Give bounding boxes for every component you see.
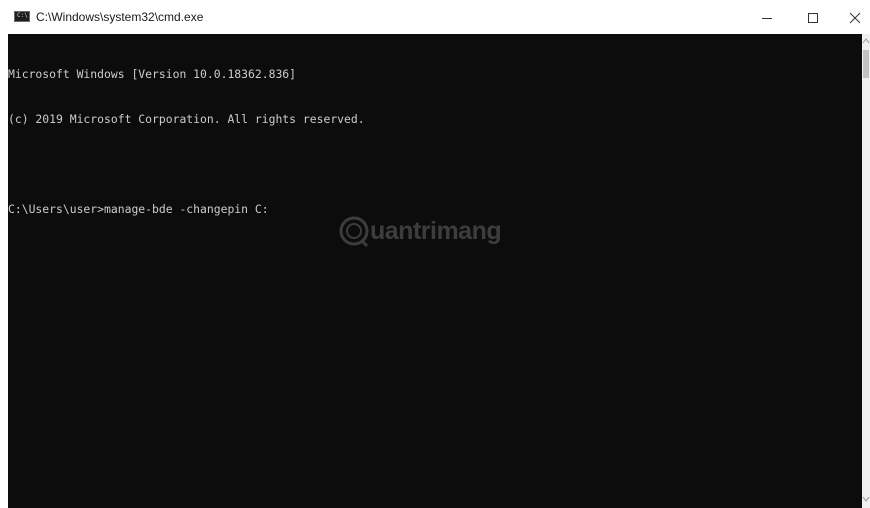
close-icon	[849, 12, 861, 24]
console-line: (c) 2019 Microsoft Corporation. All righ…	[8, 112, 365, 126]
console-line: Microsoft Windows [Version 10.0.18362.83…	[8, 67, 297, 81]
maximize-button[interactable]	[790, 0, 836, 34]
scroll-up-icon[interactable]	[862, 36, 870, 46]
vertical-scrollbar[interactable]	[862, 34, 870, 508]
title-bar[interactable]: C:\ C:\Windows\system32\cmd.exe	[0, 0, 870, 34]
watermark-text: uantrimang	[370, 217, 502, 245]
minimize-icon	[762, 18, 772, 19]
watermark: uantrimang	[337, 210, 527, 254]
maximize-icon	[808, 13, 818, 23]
console-area[interactable]: Microsoft Windows [Version 10.0.18362.83…	[8, 34, 862, 508]
close-button[interactable]	[836, 0, 870, 34]
watermark-logo-icon	[339, 216, 369, 248]
window-title: C:\Windows\system32\cmd.exe	[36, 10, 204, 24]
scroll-thumb[interactable]	[863, 50, 869, 78]
cmd-icon-glyph: C:\	[17, 12, 28, 19]
cmd-window: C:\ C:\Windows\system32\cmd.exe Microsof…	[0, 0, 870, 508]
scroll-down-icon[interactable]	[862, 494, 870, 504]
minimize-button[interactable]	[744, 0, 790, 34]
cmd-icon[interactable]: C:\	[14, 11, 30, 22]
